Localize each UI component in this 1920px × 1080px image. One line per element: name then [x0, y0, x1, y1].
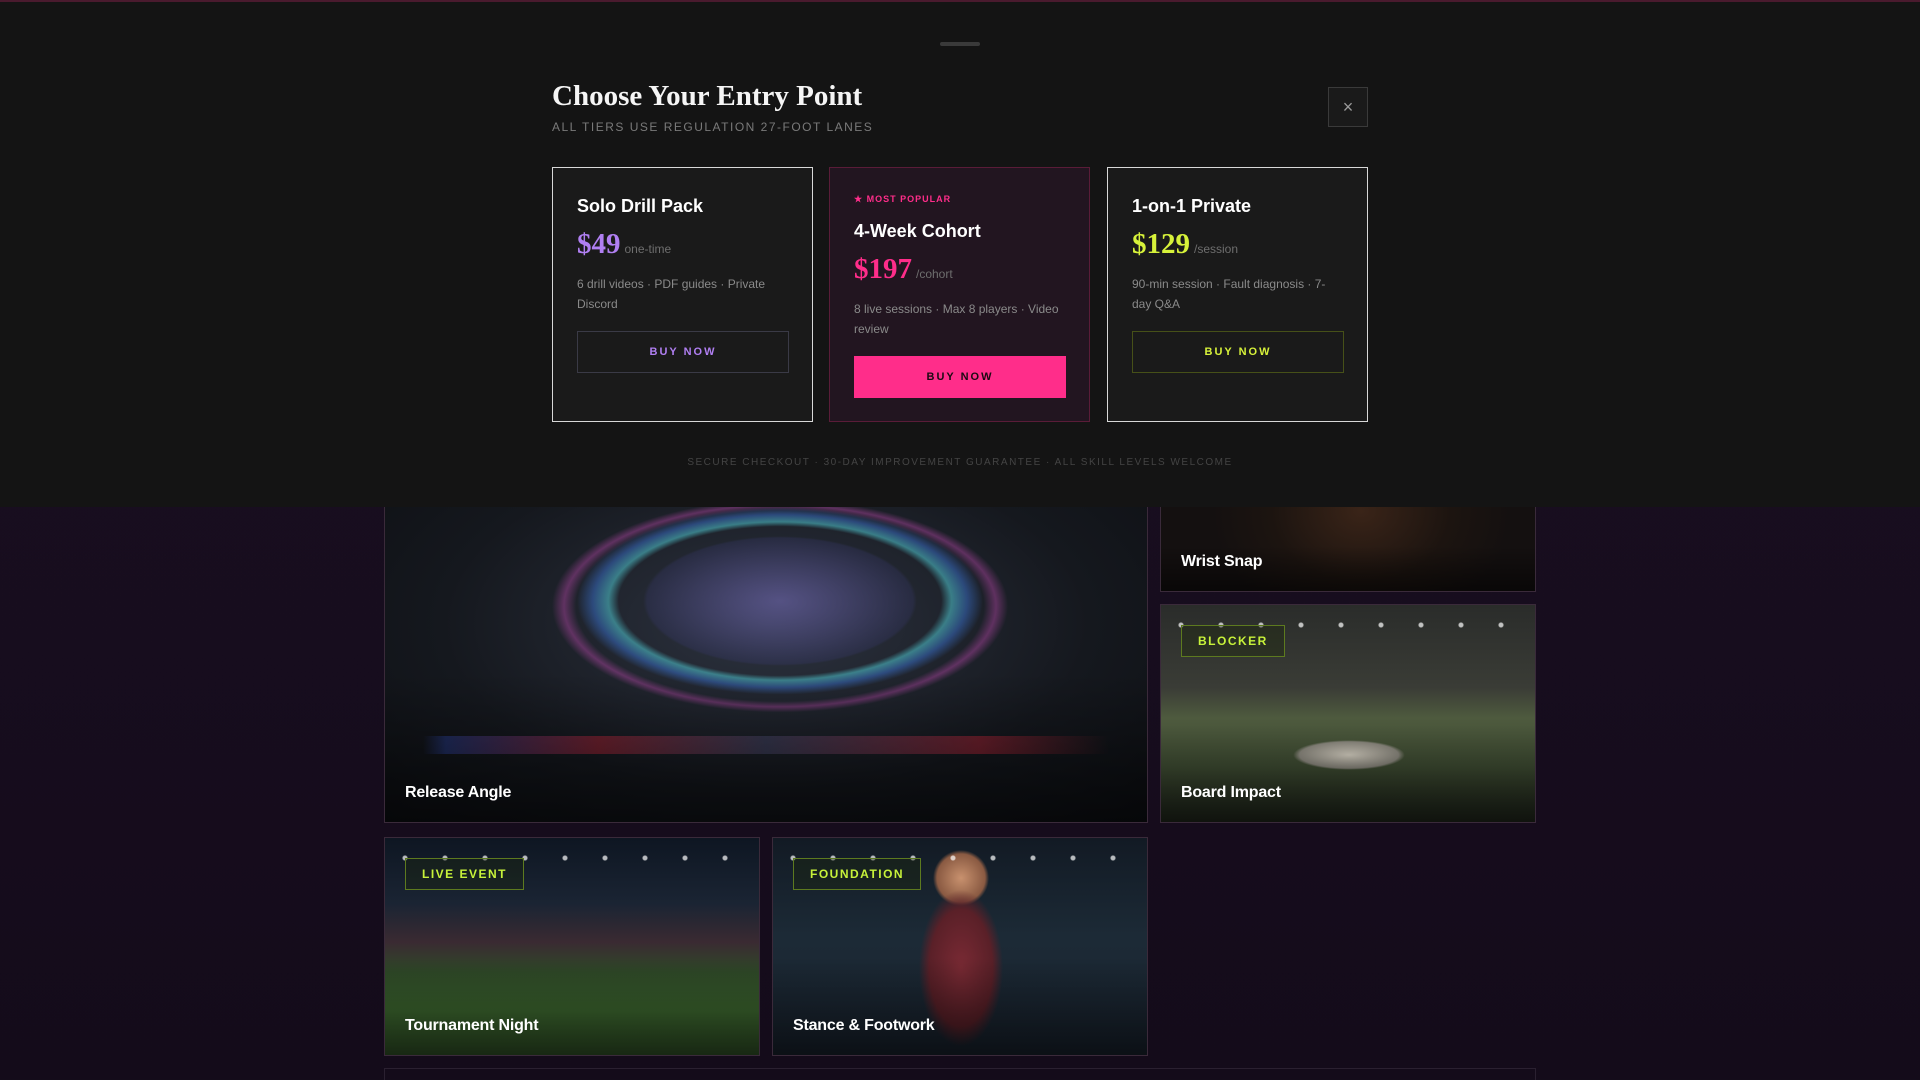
tier-features: 8 live sessions · Max 8 players · Video … [854, 302, 1059, 336]
price-unit: /cohort [916, 267, 953, 281]
price-unit: one-time [624, 242, 672, 256]
tier-card-private: 1-on-1 Private $129 /session 90-min sess… [1107, 167, 1368, 422]
tile-title: Wrist Snap [1181, 553, 1263, 570]
tier-price: $197 [854, 253, 912, 285]
tier-features: 90-min session · Fault diagnosis · 7-day… [1132, 277, 1326, 311]
tile-title: Release Angle [405, 784, 512, 801]
tile-title: Stance & Footwork [793, 1017, 935, 1034]
tier-features: 6 drill videos · PDF guides · Private Di… [577, 277, 766, 311]
tier-name: 1-on-1 Private [1132, 196, 1252, 216]
price-row: $197 /cohort [854, 253, 953, 286]
tier-price: $49 [577, 228, 621, 260]
next-section-edge [384, 1068, 1536, 1080]
tile-title: Board Impact [1181, 784, 1281, 801]
checkout-assurance: SECURE CHECKOUT · 30-DAY IMPROVEMENT GUA… [687, 457, 1233, 468]
close-button[interactable]: × [1328, 87, 1368, 127]
category-tag: FOUNDATION [793, 858, 922, 890]
gallery-tile-tournament-night[interactable]: LIVE EVENT Tournament Night [384, 837, 760, 1056]
price-row: $129 /session [1132, 228, 1238, 261]
tier-card-cohort: ★ MOST POPULAR 4-Week Cohort $197 /cohor… [829, 167, 1090, 422]
tier-name: 4-Week Cohort [854, 221, 981, 241]
modal-title: Choose Your Entry Point [552, 80, 863, 112]
close-icon: × [1342, 96, 1354, 117]
most-popular-badge: ★ MOST POPULAR [854, 194, 952, 204]
category-tag: BLOCKER [1181, 625, 1285, 657]
tier-price: $129 [1132, 228, 1190, 260]
pricing-sheet: Choose Your Entry Point ALL TIERS USE RE… [0, 2, 1920, 507]
buy-now-button[interactable]: BUY NOW [1132, 331, 1344, 373]
buy-now-button[interactable]: BUY NOW [577, 331, 789, 373]
gallery-tile-stance-footwork[interactable]: FOUNDATION Stance & Footwork [772, 837, 1148, 1056]
drag-handle[interactable] [940, 42, 980, 46]
tier-card-solo: Solo Drill Pack $49 one-time 6 drill vid… [552, 167, 813, 422]
gallery-tile-board-impact[interactable]: BLOCKER Board Impact [1160, 604, 1536, 823]
category-tag: LIVE EVENT [405, 858, 525, 890]
gallery-tile-release-angle[interactable]: Release Angle [384, 490, 1148, 823]
price-row: $49 one-time [577, 228, 671, 261]
tile-title: Tournament Night [405, 1017, 539, 1034]
tier-name: Solo Drill Pack [577, 196, 704, 216]
modal-subtitle: ALL TIERS USE REGULATION 27-FOOT LANES [552, 120, 874, 134]
buy-now-button[interactable]: BUY NOW [854, 356, 1066, 398]
price-unit: /session [1194, 242, 1239, 256]
